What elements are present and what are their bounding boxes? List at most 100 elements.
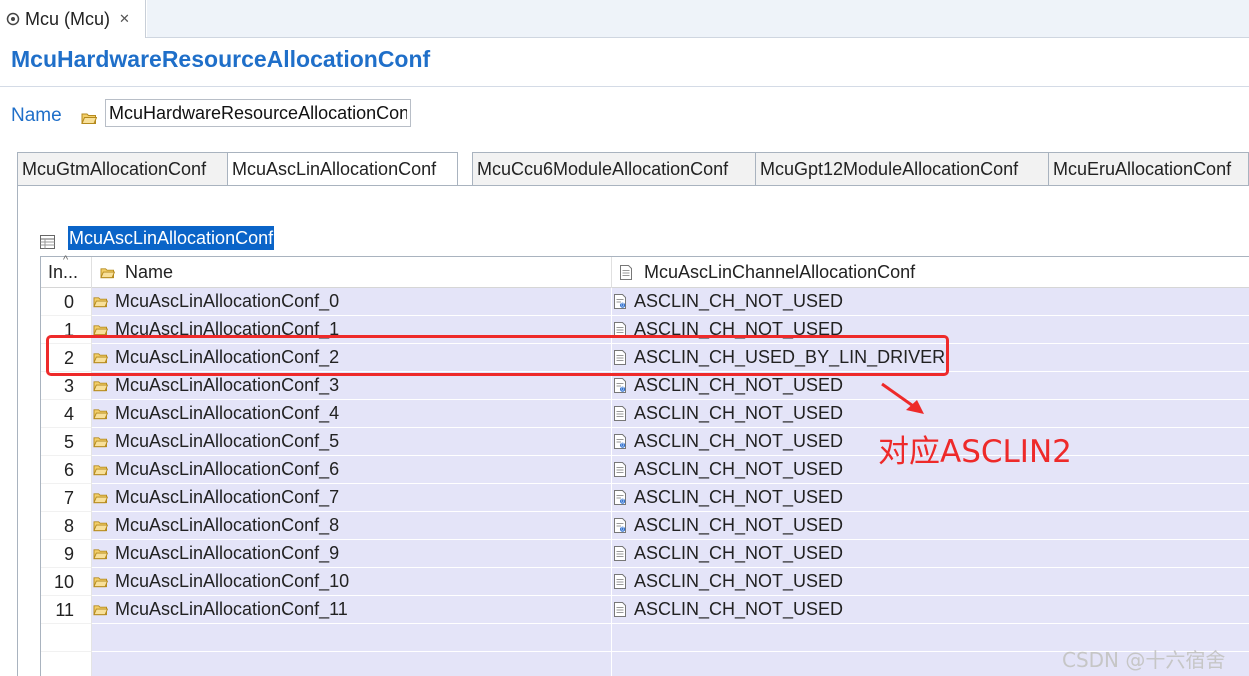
row-channel-allocation-value: ASCLIN_CH_NOT_USED	[634, 487, 844, 507]
column-header-name-label: Name	[125, 262, 174, 282]
row-name: McuAscLinAllocationConf_11	[115, 599, 348, 619]
section-title[interactable]: McuAscLinAllocationConf	[68, 226, 275, 250]
table-row[interactable]: 9 McuAscLinAllocationConf_9 ASCLIN_CH_NOT_…	[41, 540, 1249, 568]
row-name-cell[interactable]: McuAscLinAllocationConf_3	[92, 372, 612, 400]
column-header-channel-allocation-label: McuAscLinChannelAllocationConf	[644, 262, 916, 282]
row-name: McuAscLinAllocationConf_3	[115, 375, 340, 395]
document-icon	[614, 574, 626, 589]
folder-open-icon	[81, 109, 98, 124]
row-channel-allocation-value: ASCLIN_CH_NOT_USED	[634, 403, 844, 423]
row-channel-allocation-value: ASCLIN_CH_NOT_USED	[634, 543, 844, 563]
watermark: CSDN @十六宿舍	[1062, 648, 1226, 672]
module-icon	[6, 12, 20, 26]
row-name-cell[interactable]: McuAscLinAllocationConf_10	[92, 568, 612, 596]
document-icon	[614, 462, 626, 477]
row-name-cell	[92, 624, 612, 652]
row-index: 10	[41, 568, 92, 596]
divider	[0, 86, 1249, 87]
row-channel-allocation-cell[interactable]: D ASCLIN_CH_NOT_USED	[612, 512, 1249, 540]
table-row[interactable]: 10 McuAscLinAllocationConf_10 ASCLIN_CH_NO…	[41, 568, 1249, 596]
column-header-channel-allocation[interactable]: McuAscLinChannelAllocationConf	[612, 257, 1249, 288]
row-name: McuAscLinAllocationConf_4	[115, 403, 340, 423]
row-channel-allocation-value: ASCLIN_CH_NOT_USED	[634, 375, 844, 395]
row-index	[41, 624, 92, 652]
row-name-cell[interactable]: McuAscLinAllocationConf_11	[92, 596, 612, 624]
folder-open-icon	[93, 409, 108, 420]
svg-text:D: D	[621, 499, 624, 504]
subtab-folder: McuGtmAllocationConf McuAscLinAllocation…	[17, 152, 1249, 186]
close-icon[interactable]: ✕	[119, 11, 130, 27]
row-name-cell[interactable]: McuAscLinAllocationConf_5	[92, 428, 612, 456]
row-name-cell[interactable]: McuAscLinAllocationConf_0	[92, 288, 612, 316]
tab-mcu-gtm-allocation[interactable]: McuGtmAllocationConf	[17, 152, 228, 185]
document-icon	[620, 265, 632, 280]
svg-text:D: D	[621, 527, 624, 532]
row-name: McuAscLinAllocationConf_9	[115, 543, 340, 563]
row-name: McuAscLinAllocationConf_6	[115, 459, 340, 479]
svg-text:D: D	[621, 443, 624, 448]
row-channel-allocation-cell[interactable]: ASCLIN_CH_NOT_USED	[612, 568, 1249, 596]
row-channel-allocation-value: ASCLIN_CH_NOT_USED	[634, 599, 844, 619]
annotation-text: 对应ASCLIN2	[878, 434, 1072, 470]
row-channel-allocation-cell[interactable]: ASCLIN_CH_NOT_USED	[612, 540, 1249, 568]
editor-tab-label: Mcu (Mcu)	[25, 8, 110, 29]
row-name-cell[interactable]: McuAscLinAllocationConf_7	[92, 484, 612, 512]
row-name: McuAscLinAllocationConf_10	[115, 571, 350, 591]
column-header-name[interactable]: Name	[92, 257, 612, 288]
folder-open-icon	[93, 465, 108, 476]
table-row[interactable]: 4 McuAscLinAllocationConf_4 ASCLIN_CH_NOT_…	[41, 400, 1249, 428]
svg-text:D: D	[621, 387, 624, 392]
folder-open-icon	[100, 268, 115, 279]
tab-mcu-gpt12-module-allocation[interactable]: McuGpt12ModuleAllocationConf	[755, 152, 1049, 185]
folder-open-icon	[93, 549, 108, 560]
tab-mcu-asclin-allocation[interactable]: McuAscLinAllocationConf	[227, 152, 458, 186]
page-title: McuHardwareResourceAllocationConf	[11, 46, 431, 72]
row-name-cell	[92, 652, 612, 676]
table-row[interactable]: 11 McuAscLinAllocationConf_11 ASCLIN_CH_NO…	[41, 596, 1249, 624]
row-index: 7	[41, 484, 92, 512]
folder-open-icon	[93, 605, 108, 616]
row-name-cell[interactable]: McuAscLinAllocationConf_9	[92, 540, 612, 568]
row-index: 0	[41, 288, 92, 316]
row-name: McuAscLinAllocationConf_5	[115, 431, 340, 451]
table-row[interactable]: 0 McuAscLinAllocationConf_0 D ASCLIN_CH_NOT…	[41, 288, 1249, 316]
row-index	[41, 652, 92, 676]
row-channel-allocation-cell[interactable]: ASCLIN_CH_NOT_USED	[612, 596, 1249, 624]
editor-tab-mcu[interactable]: Mcu (Mcu) ✕	[0, 0, 146, 38]
row-channel-allocation-value: ASCLIN_CH_NOT_USED	[634, 291, 844, 311]
annotation-highlight-box	[46, 335, 949, 376]
row-index: 8	[41, 512, 92, 540]
row-index: 4	[41, 400, 92, 428]
table-row[interactable]: 7 McuAscLinAllocationConf_7 D ASCLIN_CH_NOT…	[41, 484, 1249, 512]
row-index: 11	[41, 596, 92, 624]
table-row[interactable]: 8 McuAscLinAllocationConf_8 D ASCLIN_CH_NOT…	[41, 512, 1249, 540]
row-name: McuAscLinAllocationConf_0	[115, 291, 340, 311]
row-name-cell[interactable]: McuAscLinAllocationConf_6	[92, 456, 612, 484]
document-default-icon: D	[614, 518, 626, 533]
document-default-icon: D	[614, 294, 626, 309]
tab-mcu-ccu6-module-allocation[interactable]: McuCcu6ModuleAllocationConf	[472, 152, 756, 185]
svg-text:D: D	[621, 303, 624, 308]
row-index: 9	[41, 540, 92, 568]
table-row[interactable]: 3 McuAscLinAllocationConf_3 D ASCLIN_CH_NOT…	[41, 372, 1249, 400]
row-channel-allocation-cell[interactable]: D ASCLIN_CH_NOT_USED	[612, 484, 1249, 512]
tab-mcu-eru-allocation[interactable]: McuEruAllocationConf	[1048, 152, 1249, 185]
document-default-icon: D	[614, 378, 626, 393]
row-channel-allocation-value: ASCLIN_CH_NOT_USED	[634, 571, 844, 591]
row-channel-allocation-cell[interactable]: D ASCLIN_CH_NOT_USED	[612, 288, 1249, 316]
editor-tab-bar: Mcu (Mcu) ✕	[0, 0, 1249, 38]
column-header-index[interactable]: ^ In...	[41, 254, 92, 288]
name-label: Name	[11, 105, 62, 126]
folder-open-icon	[93, 577, 108, 588]
row-index: 3	[41, 372, 92, 400]
name-input[interactable]	[105, 99, 411, 127]
document-default-icon: D	[614, 490, 626, 505]
document-icon	[614, 406, 626, 421]
folder-open-icon	[93, 297, 108, 308]
folder-open-icon	[93, 381, 108, 392]
row-name-cell[interactable]: McuAscLinAllocationConf_4	[92, 400, 612, 428]
row-name: McuAscLinAllocationConf_8	[115, 515, 340, 535]
row-channel-allocation-value: ASCLIN_CH_NOT_USED	[634, 515, 844, 535]
folder-open-icon	[93, 493, 108, 504]
row-name-cell[interactable]: McuAscLinAllocationConf_8	[92, 512, 612, 540]
